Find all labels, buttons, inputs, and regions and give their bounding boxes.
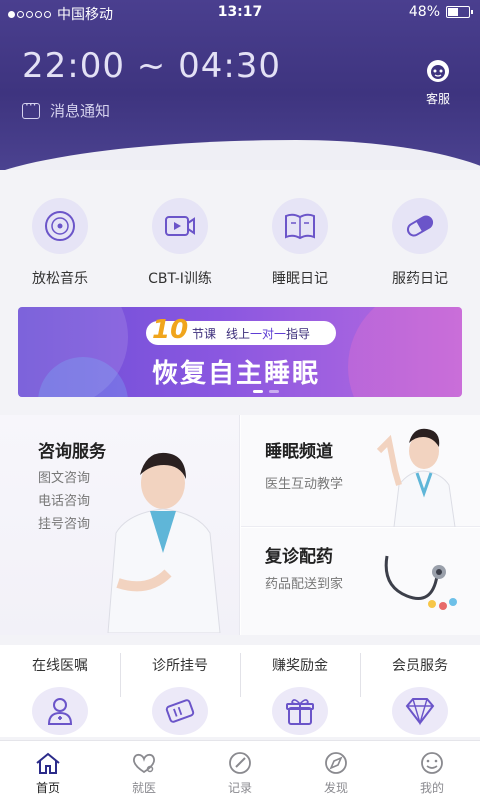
heart-stethoscope-icon: [133, 753, 155, 774]
banner-online: 线上: [226, 326, 251, 341]
smile-icon: [421, 752, 443, 774]
revisit-subtitle: 药品配送到家: [265, 577, 344, 592]
home-icon: [36, 752, 60, 774]
banner-one-on-one: 一对一: [250, 326, 287, 341]
diamond-icon: [392, 687, 448, 735]
quick-sleep-diary[interactable]: 睡眠日记: [240, 190, 360, 288]
consult-service-card[interactable]: 咨询服务 图文咨询 电话咨询 挂号咨询: [0, 415, 240, 635]
customer-service-label: 客服: [425, 92, 450, 106]
quick-actions: 放松音乐 CBT-I训练 睡眠日记 服药日记: [0, 190, 480, 288]
quick-relax-music[interactable]: 放松音乐: [0, 190, 120, 288]
service-label: 会员服务: [392, 658, 448, 674]
doctor-icon: [32, 687, 88, 735]
service-online-order[interactable]: 在线医嘱: [0, 645, 120, 737]
book-icon: [272, 198, 328, 254]
sleep-time-range[interactable]: 22:00 ~ 04:30: [22, 46, 281, 86]
service-label: 在线医嘱: [32, 658, 88, 674]
tab-label: 记录: [227, 781, 252, 795]
quick-label: CBT-I训练: [148, 271, 212, 287]
battery-area: 48%: [408, 4, 473, 20]
notice-label: 消息通知: [50, 102, 111, 120]
quick-label: 睡眠日记: [272, 271, 328, 287]
record-icon: [229, 752, 251, 774]
banner-pager: [253, 390, 279, 393]
banner-title: 恢复自主睡眠: [152, 359, 321, 389]
quick-cbti-training[interactable]: CBT-I训练: [120, 190, 240, 288]
services-panel: 咨询服务 图文咨询 电话咨询 挂号咨询 睡眠频道 医生互动教学 复诊配药 药品配…: [0, 415, 480, 635]
battery-percent: 48%: [408, 4, 440, 20]
gift-icon: [272, 687, 328, 735]
battery-icon: [446, 6, 473, 18]
sleep-channel-title: 睡眠频道: [265, 442, 333, 462]
music-disc-icon: [32, 198, 88, 254]
consult-item-register[interactable]: 挂号咨询: [38, 513, 90, 532]
tab-home[interactable]: 首页: [0, 741, 96, 800]
consult-item-text[interactable]: 图文咨询: [38, 467, 90, 486]
more-services: 在线医嘱 诊所挂号 赚奖励金 会员服务: [0, 645, 480, 737]
customer-service-button[interactable]: 客服: [418, 58, 458, 107]
quick-medication-diary[interactable]: 服药日记: [360, 190, 480, 288]
banner-number: 10: [152, 315, 189, 345]
status-bar: 中国移动 13:17 48%: [0, 0, 480, 26]
service-membership[interactable]: 会员服务: [360, 645, 480, 737]
revisit-title: 复诊配药: [265, 547, 333, 567]
tab-label: 我的: [419, 781, 444, 795]
consult-item-phone[interactable]: 电话咨询: [38, 490, 90, 509]
headset-icon: [427, 60, 449, 82]
tab-records[interactable]: 记录: [192, 741, 288, 800]
service-label: 诊所挂号: [152, 658, 208, 674]
revisit-medication-card[interactable]: 复诊配药 药品配送到家: [241, 528, 480, 635]
service-label: 赚奖励金: [272, 658, 328, 674]
service-earn-rewards[interactable]: 赚奖励金: [240, 645, 360, 737]
tab-bar: 首页 就医 记录 发现 我的: [0, 740, 480, 800]
banner-course: 节课: [192, 326, 217, 341]
compass-icon: [325, 752, 347, 774]
ticket-icon: [152, 687, 208, 735]
sleep-channel-card[interactable]: 睡眠频道 医生互动教学: [241, 415, 480, 527]
message-icon: [22, 98, 40, 119]
tab-label: 首页: [35, 781, 60, 795]
stethoscope-illustration: [384, 555, 457, 610]
video-icon: [152, 198, 208, 254]
notice-link[interactable]: 消息通知: [22, 98, 111, 121]
banner-decoration: [348, 307, 462, 397]
tab-profile[interactable]: 我的: [384, 741, 480, 800]
doctor-male-illustration: [376, 428, 456, 527]
tab-label: 就医: [131, 781, 156, 795]
quick-label: 服药日记: [392, 271, 448, 287]
service-clinic-register[interactable]: 诊所挂号: [120, 645, 240, 737]
quick-label: 放松音乐: [32, 271, 88, 287]
tab-label: 发现: [323, 781, 348, 795]
header: 中国移动 13:17 48% 22:00 ~ 04:30 消息通知 客服: [0, 0, 480, 170]
banner-guide: 指导: [286, 326, 311, 341]
tab-medical[interactable]: 就医: [96, 741, 192, 800]
doctor-illustration: [107, 452, 221, 633]
promo-banner[interactable]: 节课 线上一对一指导 10 恢复自主睡眠: [18, 307, 462, 397]
sleep-channel-subtitle: 医生互动教学: [265, 477, 344, 492]
tab-discover[interactable]: 发现: [288, 741, 384, 800]
header-curve: [0, 140, 480, 170]
pill-icon: [392, 198, 448, 254]
